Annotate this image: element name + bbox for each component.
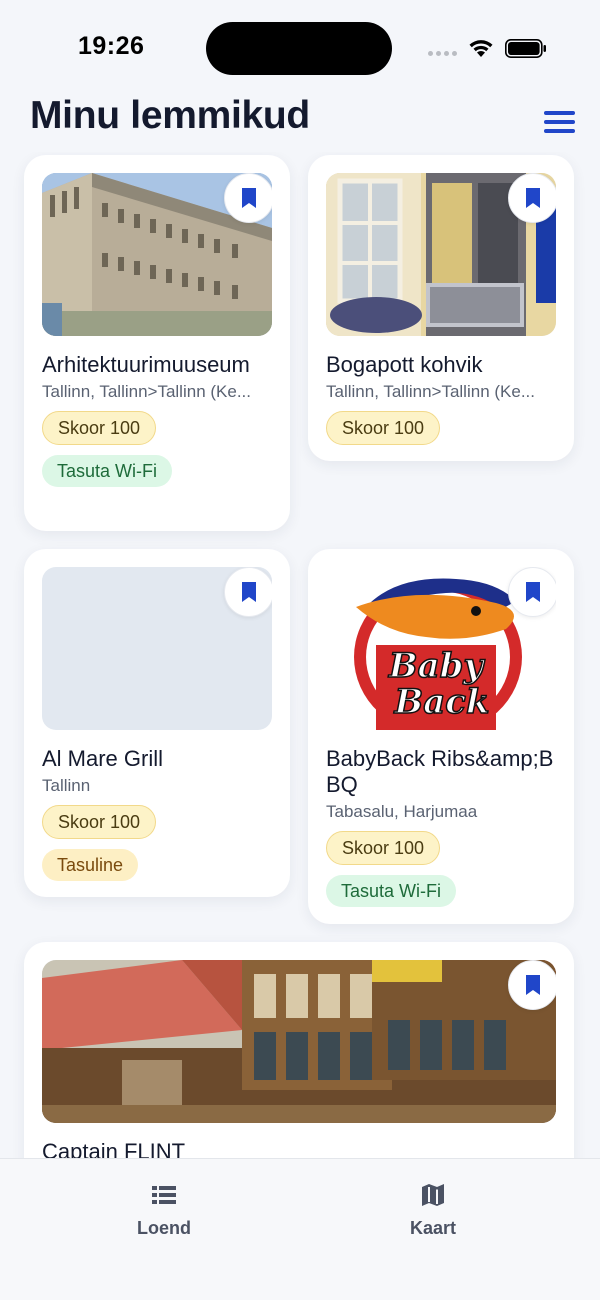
map-icon bbox=[422, 1184, 444, 1206]
cellular-signal-icon bbox=[428, 51, 457, 56]
place-title: Al Mare Grill bbox=[42, 746, 164, 771]
bookmark-icon bbox=[526, 188, 540, 208]
favorite-card-al-mare-grill[interactable]: Al Mare Grill Tallinn Skoor 100 Tasuline bbox=[24, 549, 290, 897]
status-time: 19:26 bbox=[78, 32, 145, 60]
bookmark-icon bbox=[526, 582, 540, 602]
place-photo bbox=[42, 173, 272, 336]
score-badge: Skoor 100 bbox=[42, 805, 157, 839]
tab-loend[interactable]: Loend bbox=[94, 1181, 234, 1239]
score-badge: Skoor 100 bbox=[326, 411, 441, 445]
wifi-icon bbox=[469, 40, 493, 57]
place-title: Captain FLINT bbox=[42, 1139, 186, 1158]
favorite-card-captain-flint[interactable]: Captain FLINT bbox=[24, 942, 574, 1158]
score-badge: Skoor 100 bbox=[42, 411, 157, 445]
tab-label: Loend bbox=[137, 1218, 191, 1238]
bookmark-button[interactable] bbox=[508, 567, 556, 617]
logo-baby-text: Baby bbox=[388, 646, 486, 686]
logo-back-text: Back bbox=[393, 682, 489, 722]
favorite-card-arhitektuurimuuseum[interactable]: Arhitektuurimuuseum Tallinn, Tallinn>Tal… bbox=[24, 155, 290, 531]
bookmark-icon bbox=[242, 582, 256, 602]
place-title: Bogapott kohvik bbox=[326, 352, 483, 377]
place-photo bbox=[42, 960, 556, 1123]
bookmark-button[interactable] bbox=[224, 173, 272, 223]
place-location: Tallinn, Tallinn>Tallinn (Ke... bbox=[42, 382, 251, 401]
bookmark-button[interactable] bbox=[508, 173, 556, 223]
bottom-tab-bar: Loend Kaart bbox=[0, 1158, 600, 1300]
bookmark-icon bbox=[242, 188, 256, 208]
place-photo bbox=[326, 173, 556, 336]
tab-kaart[interactable]: Kaart bbox=[363, 1181, 503, 1239]
favorites-list[interactable]: Arhitektuurimuuseum Tallinn, Tallinn>Tal… bbox=[0, 152, 600, 1158]
list-icon bbox=[152, 1186, 176, 1204]
dynamic-island bbox=[206, 22, 392, 75]
place-photo-placeholder bbox=[42, 567, 272, 730]
place-location: Tallinn, Tallinn>Tallinn (Ke... bbox=[326, 382, 535, 401]
wifi-badge: Tasuta Wi-Fi bbox=[42, 455, 173, 487]
status-bar: 19:26 bbox=[0, 0, 600, 95]
bookmark-button[interactable] bbox=[224, 567, 272, 617]
battery-icon bbox=[505, 39, 546, 58]
tab-label: Kaart bbox=[409, 1218, 457, 1238]
paid-badge: Tasuline bbox=[42, 849, 139, 881]
place-location: Tallinn bbox=[42, 776, 91, 795]
place-title: BabyBack Ribs&amp;BBQ bbox=[326, 746, 554, 797]
bookmark-button[interactable] bbox=[508, 960, 556, 1010]
hamburger-menu-icon[interactable] bbox=[540, 108, 578, 136]
favorite-card-babyback[interactable]: Baby Back BabyBack Ribs&amp;BBQ Tabasalu… bbox=[308, 549, 574, 924]
place-title: Arhitektuurimuuseum bbox=[42, 352, 250, 377]
favorite-card-bogapott[interactable]: Bogapott kohvik Tallinn, Tallinn>Tallinn… bbox=[308, 155, 574, 461]
wifi-badge: Tasuta Wi-Fi bbox=[326, 875, 457, 907]
score-badge: Skoor 100 bbox=[326, 831, 441, 865]
page-title: Minu lemmikud bbox=[30, 94, 310, 137]
bookmark-icon bbox=[526, 975, 540, 995]
place-location: Tabasalu, Harjumaa bbox=[326, 802, 478, 821]
place-logo: Baby Back bbox=[326, 567, 556, 730]
